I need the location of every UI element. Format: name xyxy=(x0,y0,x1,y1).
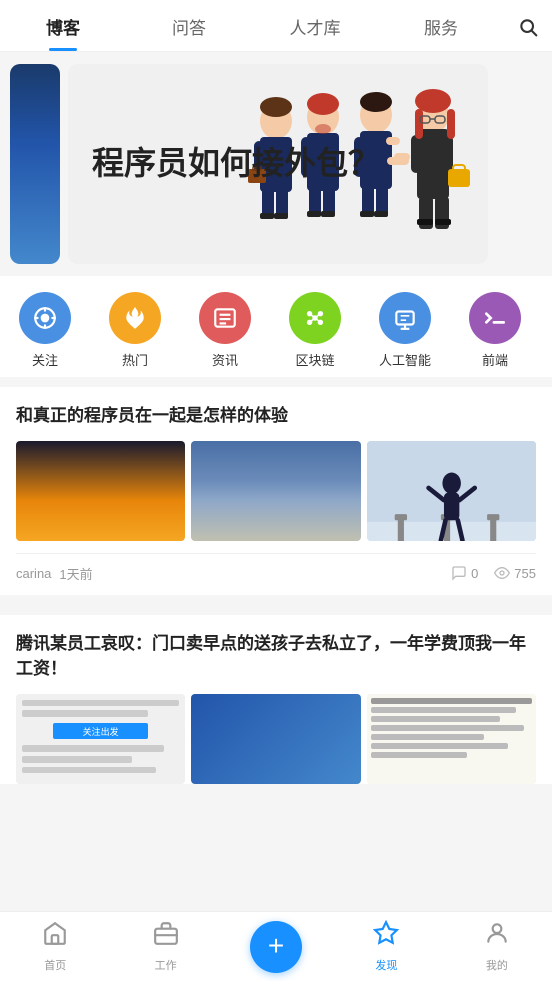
nav-work[interactable]: 工作 xyxy=(110,912,220,981)
nav-home-label: 首页 xyxy=(44,957,66,973)
article-card-2: 腾讯某员工哀叹：门口卖早点的送孩子去私立了，一年学费顶我一年工资！ 关注出发 xyxy=(0,615,552,784)
cat-hot-label: 热门 xyxy=(122,350,148,369)
nav-discover[interactable]: 发现 xyxy=(331,912,441,981)
cat-hot-icon xyxy=(109,292,161,344)
tab-talent[interactable]: 人才库 xyxy=(252,14,378,51)
cat-frontend-icon xyxy=(469,292,521,344)
home-icon xyxy=(42,920,68,953)
top-navigation: 博客 问答 人才库 服务 xyxy=(0,0,552,52)
nav-work-label: 工作 xyxy=(155,957,177,973)
nav-discover-label: 发现 xyxy=(375,957,397,973)
nav-home[interactable]: 首页 xyxy=(0,912,110,981)
nav-profile-label: 我的 xyxy=(486,957,508,973)
publish-button[interactable]: + xyxy=(250,921,302,973)
article2-img-text[interactable]: 关注出发 xyxy=(16,694,185,784)
banner-title: 程序员如何接外包？ xyxy=(92,143,380,185)
article-meta-1: carina 1天前 0 755 xyxy=(16,553,536,595)
view-stat: 755 xyxy=(494,565,536,581)
tab-qa[interactable]: 问答 xyxy=(126,14,252,51)
cat-ai-icon xyxy=(379,292,431,344)
view-count: 755 xyxy=(514,566,536,581)
bottom-navigation: 首页 工作 + 发现 我的 xyxy=(0,911,552,981)
article-title-1[interactable]: 和真正的程序员在一起是怎样的体验 xyxy=(16,403,536,429)
cat-follow-icon xyxy=(19,292,71,344)
cat-news-icon xyxy=(199,292,251,344)
article-card-1: 和真正的程序员在一起是怎样的体验 xyxy=(0,387,552,595)
article-img-sunset[interactable] xyxy=(16,441,185,541)
section-divider-1 xyxy=(0,377,552,387)
nav-publish[interactable]: + xyxy=(221,921,331,973)
cat-frontend[interactable]: 前端 xyxy=(450,292,540,369)
article-author: carina xyxy=(16,566,51,581)
cat-frontend-label: 前端 xyxy=(482,350,508,369)
cat-ai-label: 人工智能 xyxy=(379,350,431,369)
search-icon[interactable] xyxy=(504,17,552,49)
article2-images: 关注出发 xyxy=(16,694,536,784)
publish-plus-icon: + xyxy=(268,932,284,960)
work-icon xyxy=(153,920,179,953)
cat-news[interactable]: 资讯 xyxy=(180,292,270,369)
nav-profile[interactable]: 我的 xyxy=(442,912,552,981)
badge-text: 关注出发 xyxy=(83,725,119,738)
cat-blockchain-icon xyxy=(289,292,341,344)
article-images-1 xyxy=(16,441,536,541)
cat-hot[interactable]: 热门 xyxy=(90,292,180,369)
cat-follow-label: 关注 xyxy=(32,350,58,369)
cat-follow[interactable]: 关注 xyxy=(0,292,90,369)
comment-count: 0 xyxy=(471,566,478,581)
cat-ai[interactable]: 人工智能 xyxy=(360,292,450,369)
cat-blockchain[interactable]: 区块链 xyxy=(270,292,360,369)
cat-blockchain-label: 区块链 xyxy=(295,350,334,369)
article-img-back[interactable] xyxy=(367,441,536,541)
section-divider-2 xyxy=(0,595,552,605)
category-scroll-area: 关注 热门 资讯 区块链 人工智能 前端 xyxy=(0,276,552,377)
article-stats: 0 755 xyxy=(451,565,536,581)
tab-blog[interactable]: 博客 xyxy=(0,14,126,51)
article-time: 1天前 xyxy=(59,564,92,583)
article2-img-blue[interactable] xyxy=(191,694,360,784)
article2-img-article[interactable] xyxy=(367,694,536,784)
article-title-2[interactable]: 腾讯某员工哀叹：门口卖早点的送孩子去私立了，一年学费顶我一年工资！ xyxy=(16,631,536,682)
article-img-sea[interactable] xyxy=(191,441,360,541)
profile-icon xyxy=(484,920,510,953)
banner-carousel: 程序员如何接外包？ xyxy=(0,52,552,276)
banner-text: 程序员如何接外包？ xyxy=(68,123,404,205)
cat-news-label: 资讯 xyxy=(212,350,238,369)
discover-icon xyxy=(373,920,399,953)
comment-stat: 0 xyxy=(451,565,478,581)
banner-prev-card[interactable] xyxy=(10,64,60,264)
tab-service[interactable]: 服务 xyxy=(378,14,504,51)
banner-main-card[interactable]: 程序员如何接外包？ xyxy=(68,64,488,264)
